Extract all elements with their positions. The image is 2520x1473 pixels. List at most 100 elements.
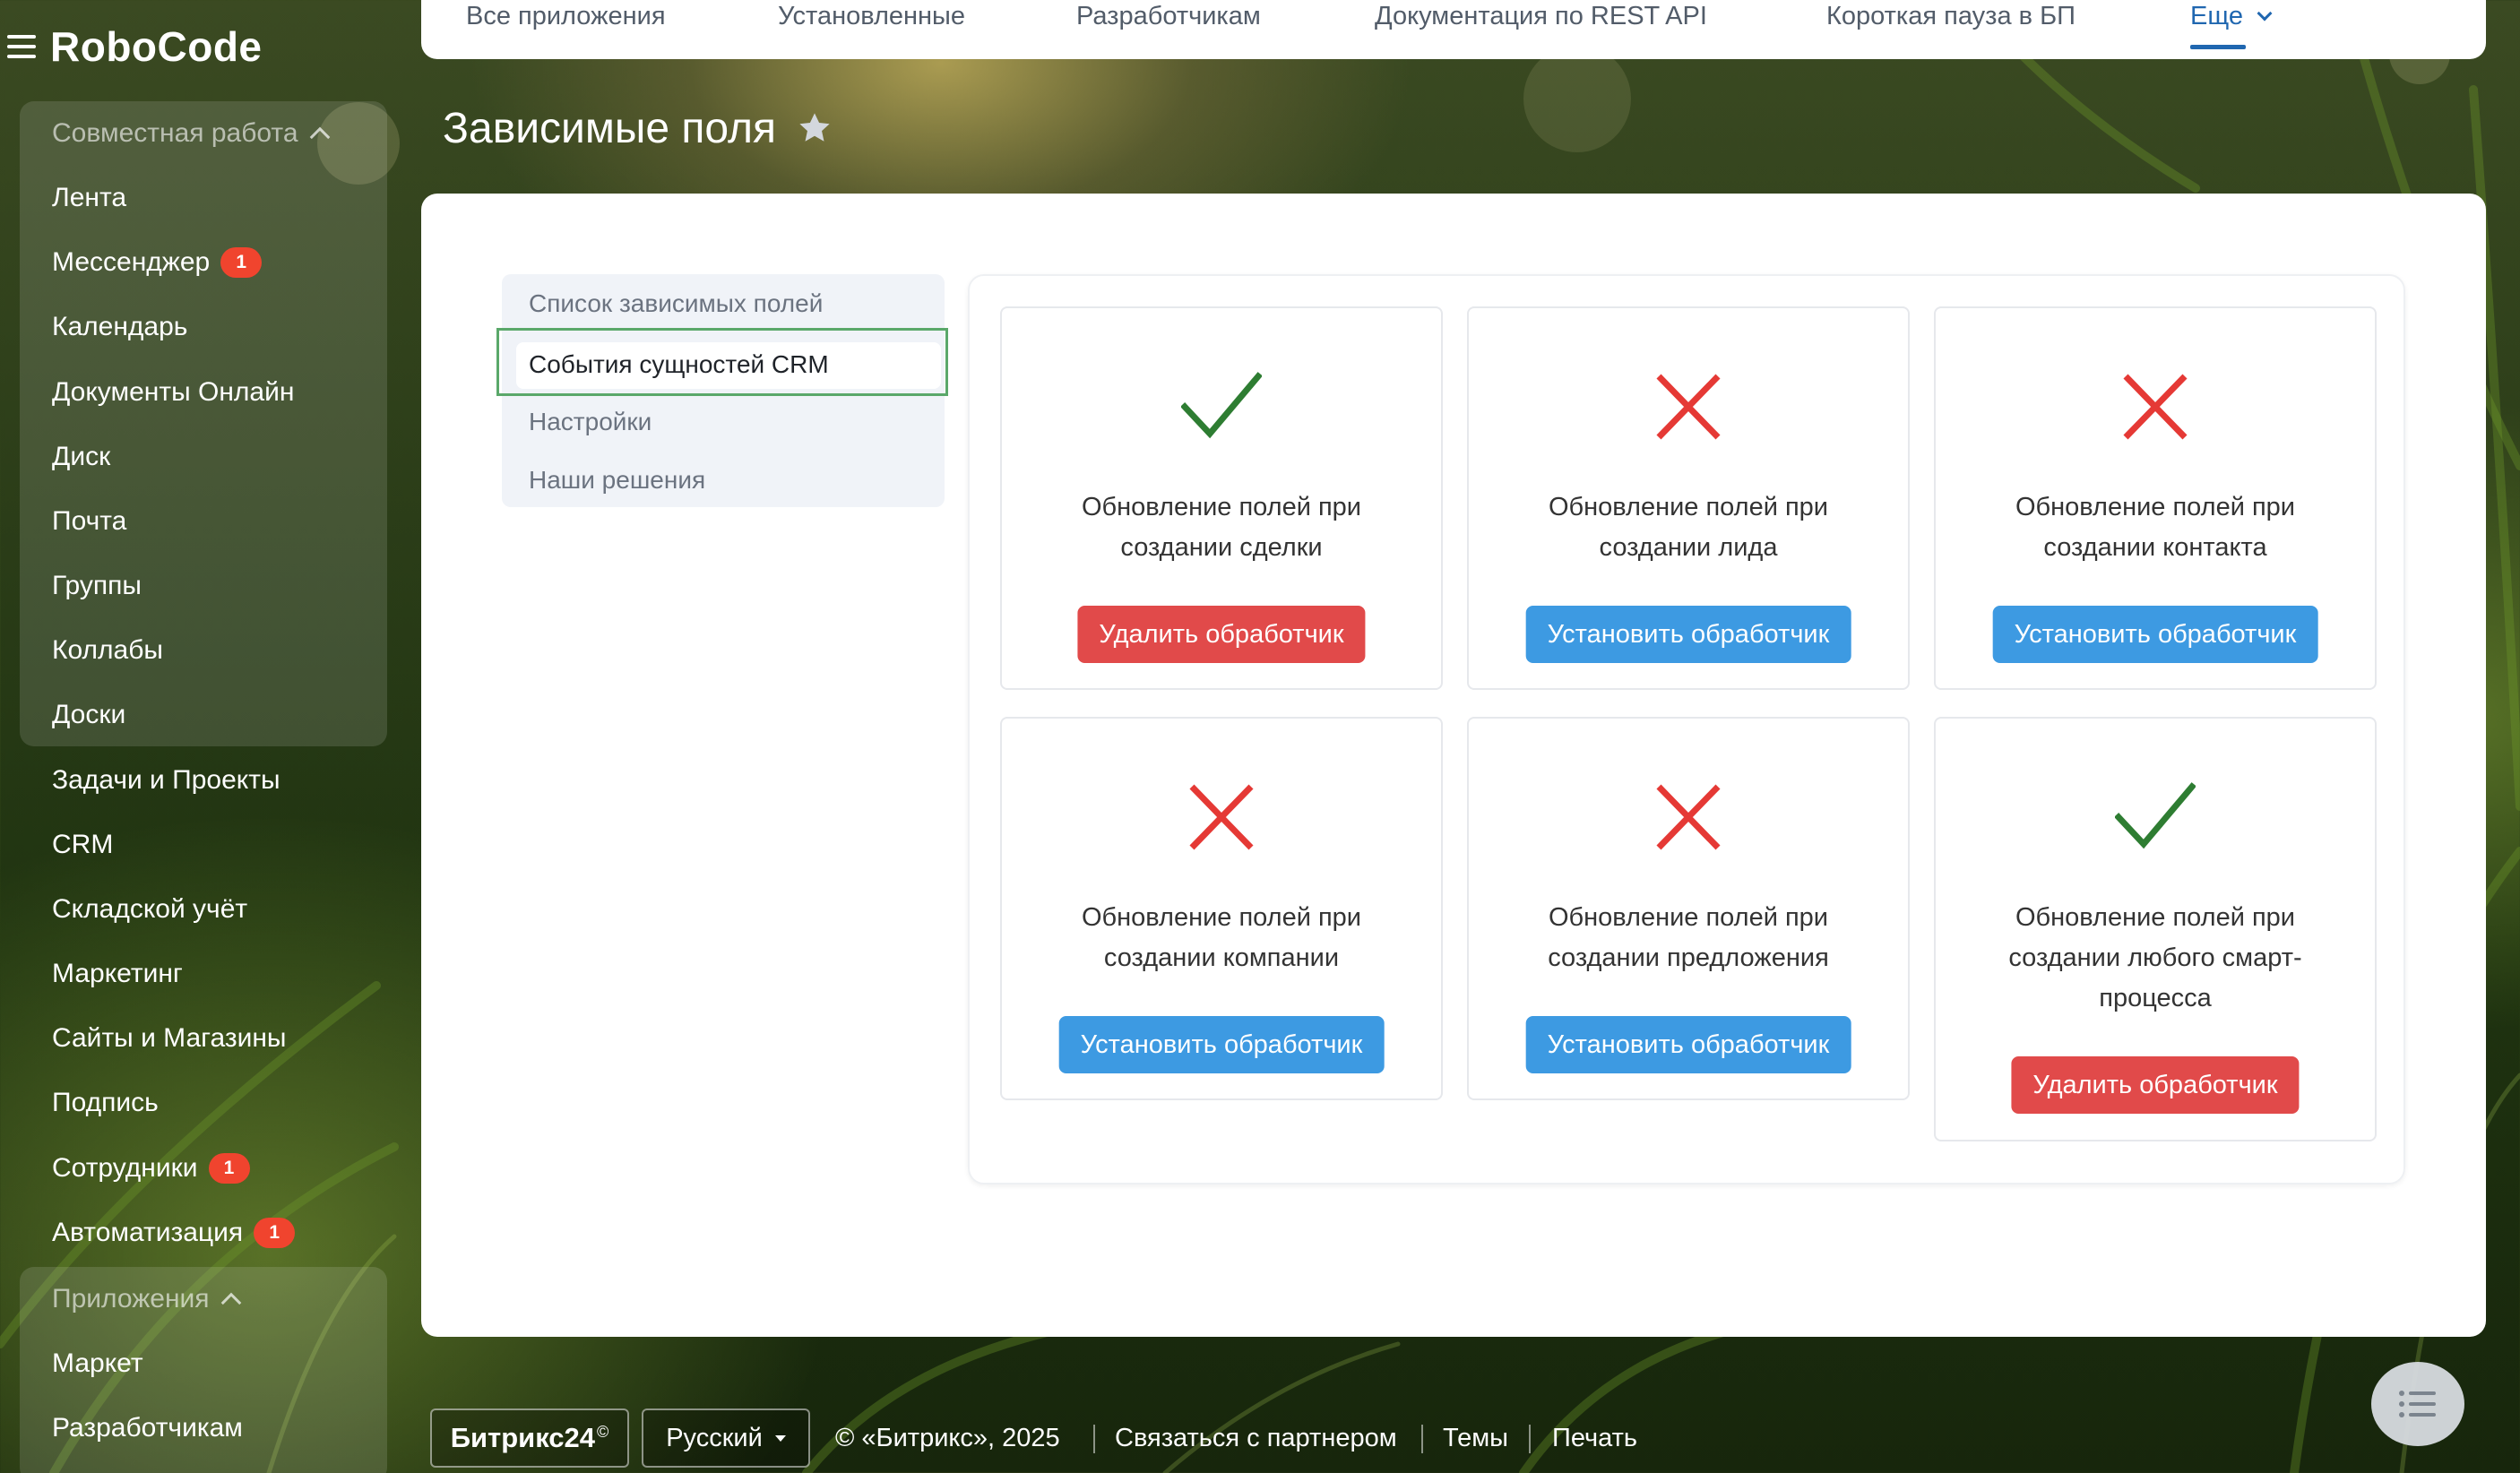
sidebar-item-label: Подпись (52, 1088, 159, 1117)
check-icon (1181, 372, 1262, 439)
handler-card-text: Обновление полей при создании сделки (1081, 493, 1362, 562)
sidebar-item-inventory[interactable]: Складской учёт (52, 887, 247, 932)
brand-name[interactable]: RoboCode (50, 22, 263, 71)
sidebar-item-marketing[interactable]: Маркетинг (52, 952, 183, 996)
sidebar-item-automation[interactable]: Автоматизация 1 (52, 1210, 296, 1255)
counter-badge: 1 (254, 1218, 296, 1248)
sidebar-item-label: Маркет (52, 1348, 143, 1378)
sidebar-item-label: Сайты и Магазины (52, 1023, 287, 1053)
footer-link-contact-partner[interactable]: Связаться с партнером (1115, 1408, 1397, 1468)
cross-icon (2123, 374, 2188, 440)
handler-card-quote: Обновление полей при создании предложени… (1467, 717, 1910, 1100)
footer-link-themes[interactable]: Темы (1443, 1408, 1508, 1468)
handler-card-text: Обновление полей при создании лида (1548, 493, 1829, 562)
sidebar-item-label: Документы Онлайн (52, 377, 295, 407)
sidebar-item-label: Лента (52, 183, 127, 212)
top-tab-bar: Все приложения Установленные Разработчик… (421, 0, 2486, 59)
sidebar-item-collabs[interactable]: Коллабы (52, 628, 163, 673)
sidebar-item-employees[interactable]: Сотрудники 1 (52, 1146, 250, 1191)
check-icon (2115, 782, 2196, 849)
handler-card-smart-process: Обновление полей при создании любого сма… (1934, 717, 2377, 1141)
handler-card-contact: Обновление полей при создании контакта У… (1934, 306, 2377, 690)
bitrix24-logo[interactable]: Битрикс24 © (430, 1408, 629, 1468)
left-sidebar: RoboCode Совместная работа Лента Мессенд… (0, 0, 394, 1473)
install-handler-button[interactable]: Установить обработчик (1525, 1016, 1851, 1073)
menu-item-label: Наши решения (529, 466, 706, 494)
chevron-up-icon (309, 126, 330, 148)
footer-link-print[interactable]: Печать (1552, 1408, 1637, 1468)
footer-separator (1093, 1425, 1095, 1453)
star-icon[interactable] (796, 109, 833, 147)
sidebar-item-calendar[interactable]: Календарь (52, 305, 187, 349)
sidebar-item-boards[interactable]: Доски (52, 693, 125, 737)
tab-rest-api-docs[interactable]: Документация по REST API (1375, 0, 1707, 32)
handler-card-text: Обновление полей при создании компании (1081, 903, 1362, 972)
menu-item-label: Настройки (529, 408, 652, 435)
tab-label: Еще (2190, 1, 2244, 30)
sidebar-item-label: Задачи и Проекты (52, 765, 280, 795)
sidebar-group-heading-collab[interactable]: Совместная работа (52, 111, 330, 156)
language-selector[interactable]: Русский (642, 1408, 810, 1468)
menu-item-dependent-fields-list[interactable]: Список зависимых полей (529, 281, 823, 326)
menu-focus-frame (496, 328, 948, 396)
install-handler-button[interactable]: Установить обработчик (1525, 606, 1851, 663)
sidebar-item-mail[interactable]: Почта (52, 499, 126, 544)
brand: RoboCode (7, 20, 263, 73)
tab-short-pause[interactable]: Короткая пауза в БП (1826, 0, 2076, 32)
footer-copyright: © «Битрикс», 2025 (835, 1423, 1060, 1452)
sidebar-item-developers[interactable]: Разработчикам (52, 1406, 243, 1451)
sidebar-item-label: Сотрудники (52, 1153, 198, 1183)
caret-down-icon (774, 1434, 786, 1442)
sidebar-item-tasks[interactable]: Задачи и Проекты (52, 758, 280, 803)
counter-badge: 1 (220, 247, 263, 278)
tab-label: Установленные (778, 1, 966, 30)
sidebar-item-label: Автоматизация (52, 1218, 244, 1247)
burger-menu-icon[interactable] (7, 35, 36, 58)
menu-item-settings[interactable]: Настройки (529, 400, 652, 444)
sidebar-item-label: Складской учёт (52, 894, 248, 924)
chat-list-icon (2399, 1391, 2436, 1417)
sidebar-item-label: Группы (52, 571, 142, 600)
sidebar-group-heading-apps[interactable]: Приложения (52, 1277, 241, 1322)
chevron-up-icon (220, 1292, 241, 1314)
chat-button[interactable] (2371, 1362, 2464, 1446)
tab-label: Короткая пауза в БП (1826, 1, 2076, 30)
tab-active-underline (2190, 45, 2246, 49)
handler-card-deal: Обновление полей при создании сделки Уда… (1000, 306, 1443, 690)
page-title-text: Зависимые поля (443, 104, 776, 152)
remove-handler-button[interactable]: Удалить обработчик (2011, 1056, 2300, 1114)
menu-item-our-solutions[interactable]: Наши решения (529, 458, 705, 503)
sidebar-item-disk[interactable]: Диск (52, 435, 110, 479)
cross-icon (1189, 784, 1254, 850)
sidebar-item-feed[interactable]: Лента (52, 176, 126, 220)
sidebar-item-market[interactable]: Маркет (52, 1341, 143, 1386)
cross-icon (1656, 784, 1721, 850)
sidebar-item-groups[interactable]: Группы (52, 564, 142, 608)
sidebar-item-sites[interactable]: Сайты и Магазины (52, 1016, 286, 1061)
language-label: Русский (666, 1423, 763, 1452)
sidebar-item-messenger[interactable]: Мессенджер 1 (52, 240, 263, 285)
footer-separator (1421, 1425, 1423, 1453)
sidebar-item-label: Календарь (52, 312, 188, 341)
sidebar-item-documents[interactable]: Документы Онлайн (52, 370, 294, 415)
tab-developers[interactable]: Разработчикам (1076, 0, 1261, 32)
sidebar-item-crm[interactable]: CRM (52, 823, 113, 867)
tab-more[interactable]: Еще (2190, 0, 2273, 32)
footer: Битрикс24 © Русский © «Битрикс», 2025 Свя… (430, 1408, 2222, 1468)
remove-handler-button[interactable]: Удалить обработчик (1077, 606, 1366, 663)
install-handler-button[interactable]: Установить обработчик (1058, 1016, 1385, 1073)
footer-logo-text: Битрикс24 (450, 1422, 596, 1453)
sidebar-item-label: CRM (52, 830, 114, 859)
menu-item-label: Список зависимых полей (529, 289, 824, 317)
tab-all-apps[interactable]: Все приложения (466, 0, 666, 32)
tab-installed[interactable]: Установленные (778, 0, 965, 32)
handlers-panel: Обновление полей при создании сделки Уда… (968, 274, 2405, 1184)
sidebar-item-label: Разработчикам (52, 1413, 243, 1443)
install-handler-button[interactable]: Установить обработчик (1992, 606, 2318, 663)
cross-icon (1656, 374, 1721, 440)
tab-label: Разработчикам (1076, 1, 1261, 30)
sidebar-item-sign[interactable]: Подпись (52, 1081, 159, 1125)
sidebar-group-heading-label: Приложения (52, 1284, 210, 1314)
handler-card-text: Обновление полей при создании контакта (2015, 493, 2296, 562)
sidebar-item-label: Маркетинг (52, 959, 183, 988)
